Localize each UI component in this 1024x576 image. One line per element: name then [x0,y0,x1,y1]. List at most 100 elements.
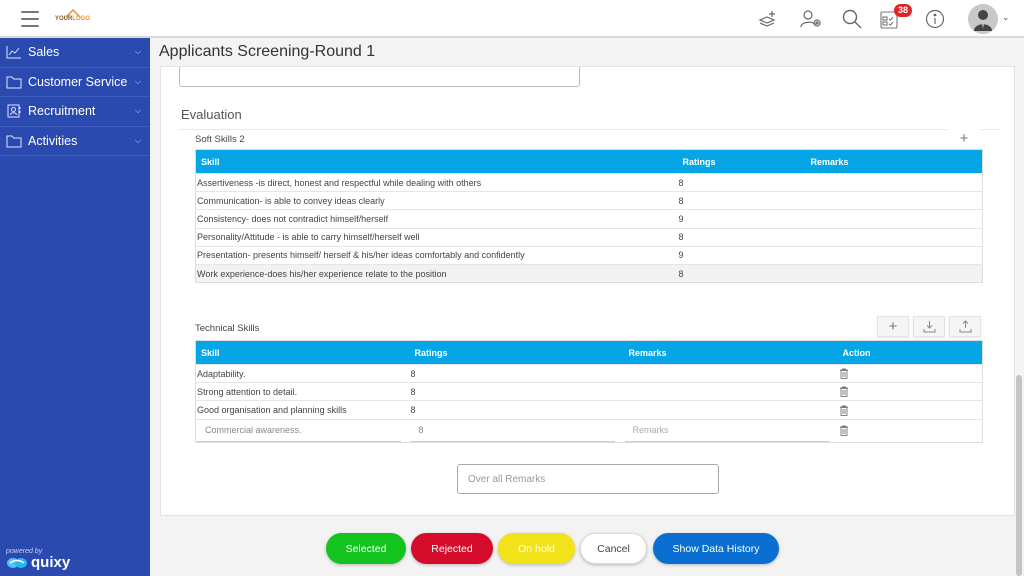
action-cell [837,363,983,383]
chevron-down-icon: ⌵ [134,76,141,86]
add-technical-skill-button[interactable]: + [877,316,909,337]
remarks-cell [805,191,983,210]
skill-cell: Good organisation and planning skills [195,400,410,420]
skill-cell: Communication- is able to convey ideas c… [195,191,678,210]
column-header-action: Action [837,340,983,365]
rating-cell: 8 [677,191,806,210]
action-cell [837,418,983,443]
rating-cell: 8 [409,363,624,383]
on-hold-button[interactable]: On hold [498,533,575,564]
page-title: Applicants Screening-Round 1 [159,43,376,60]
company-logo[interactable]: YOURLOGO [55,9,91,27]
skill-cell: Presentation- presents himself/ herself … [195,245,678,265]
table-row[interactable]: Work experience-does his/her experience … [195,263,983,283]
rating-cell: 8 [677,227,806,247]
table-row[interactable]: Adaptability. 8 [195,363,983,383]
skill-cell: Personality/Attitude - is able to carry … [195,227,678,247]
user-settings-icon[interactable] [800,8,822,30]
sidebar-item-customer-service[interactable]: Customer Service ⌵ [0,68,150,97]
action-cell [837,382,983,401]
remarks-cell [623,382,838,401]
text-field[interactable] [179,67,580,87]
skill-cell [195,418,410,443]
rating-cell: 9 [677,245,806,265]
technical-skills-title: Technical Skills [195,323,260,334]
scrollbar[interactable] [1016,375,1022,576]
table-row[interactable]: Assertiveness -is direct, honest and res… [195,172,983,192]
remarks-cell [623,418,838,443]
skill-cell: Work experience-does his/her experience … [195,263,678,283]
download-button[interactable] [913,316,945,337]
table-row[interactable]: Personality/Attitude - is able to carry … [195,227,983,247]
notification-badge[interactable]: 38 [894,4,913,17]
folder-icon [6,134,22,148]
rating-cell: 8 [409,400,624,420]
quixy-brand: quixy [6,554,70,571]
trash-icon[interactable] [839,368,849,380]
quixy-logo-icon [7,557,27,568]
column-header-ratings: Ratings [677,149,806,174]
hamburger-menu-icon[interactable] [21,11,39,27]
download-icon [923,321,935,333]
info-icon[interactable] [924,8,946,30]
sidebar-item-activities[interactable]: Activities ⌵ [0,127,150,156]
plus-icon: + [959,130,969,147]
chevron-down-icon[interactable]: ⌄ [1002,12,1010,23]
technical-skills-table: Skill Ratings Remarks Action Adaptabilit… [195,340,983,443]
skill-input[interactable] [197,420,401,442]
plus-icon: + [888,318,898,335]
chart-icon [6,45,22,59]
remarks-cell [805,263,983,283]
show-data-history-button[interactable]: Show Data History [653,533,779,564]
overall-remarks-input[interactable] [457,464,719,494]
skill-cell: Adaptability. [195,363,410,383]
column-header-skill: Skill [195,340,410,365]
layers-add-icon[interactable] [757,8,779,30]
rating-input[interactable] [410,420,615,442]
remarks-input[interactable] [624,420,829,442]
chevron-down-icon: ⌵ [134,135,141,145]
table-row[interactable]: Consistency- does not contradict himself… [195,209,983,229]
remarks-cell [623,363,838,383]
skill-cell: Strong attention to detail. [195,382,410,401]
column-header-skill: Skill [195,149,678,174]
column-header-ratings: Ratings [409,340,624,365]
avatar[interactable] [968,4,998,34]
table-row[interactable]: Presentation- presents himself/ herself … [195,245,983,265]
rejected-button[interactable]: Rejected [411,533,493,564]
chevron-down-icon: ⌵ [134,47,141,56]
sidebar-item-label: Recruitment [28,104,96,119]
rating-cell: 8 [677,172,806,192]
sidebar-item-sales[interactable]: Sales ⌵ [0,38,150,68]
table-row[interactable]: Good organisation and planning skills 8 [195,400,983,420]
trash-icon[interactable] [839,386,849,398]
sidebar: Sales ⌵ Customer Service ⌵ Recruitment ⌵… [0,38,150,576]
table-header-row: Skill Ratings Remarks [195,149,983,174]
column-header-remarks: Remarks [805,149,983,174]
editable-table-row[interactable] [195,418,983,443]
upload-button[interactable] [949,316,981,337]
form-card: Evaluation Soft Skills 2 + Skill Ratings… [160,66,1015,516]
skill-cell: Assertiveness -is direct, honest and res… [195,172,678,192]
divider [179,129,999,130]
rating-cell: 8 [677,263,806,283]
rating-cell: 9 [677,209,806,229]
add-soft-skill-button[interactable]: + [948,129,980,150]
table-header-row: Skill Ratings Remarks Action [195,340,983,365]
trash-icon[interactable] [839,425,849,437]
sidebar-item-recruitment[interactable]: Recruitment ⌵ [0,97,150,127]
logo-text-b: LOGO [72,16,91,22]
table-row[interactable]: Communication- is able to convey ideas c… [195,191,983,210]
upload-icon [959,320,971,333]
remarks-cell [805,245,983,265]
search-icon[interactable] [841,8,863,30]
trash-icon[interactable] [839,405,849,416]
sidebar-item-label: Customer Service [28,74,128,89]
selected-button[interactable]: Selected [326,533,406,564]
remarks-cell [805,172,983,192]
table-row[interactable]: Strong attention to detail. 8 [195,382,983,401]
soft-skills-table: Skill Ratings Remarks Assertiveness -is … [195,149,983,284]
contact-card-icon [6,104,22,118]
cancel-button[interactable]: Cancel [580,533,647,564]
remarks-cell [623,400,838,420]
